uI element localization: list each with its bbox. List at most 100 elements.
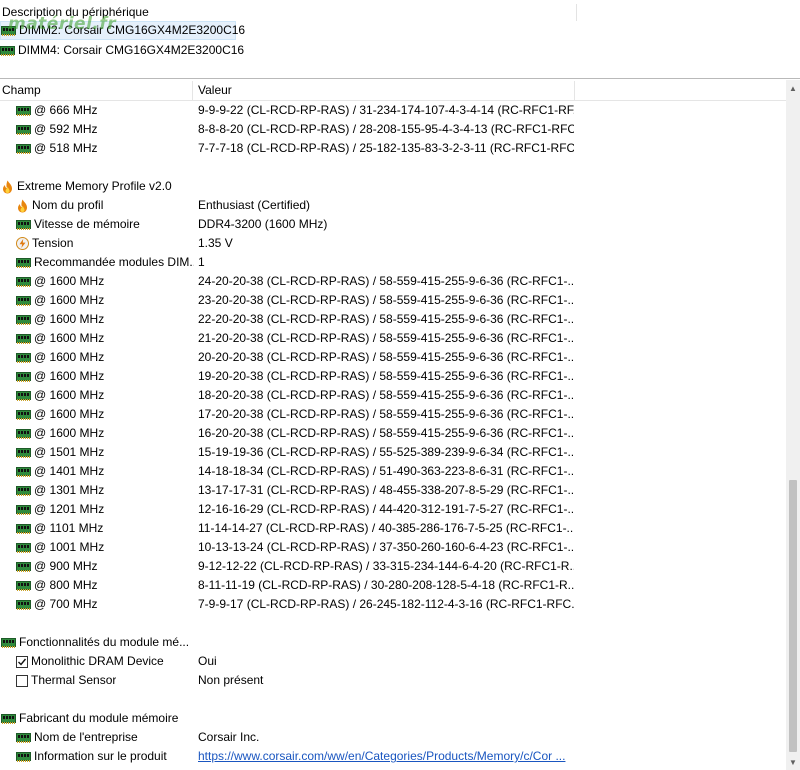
field-cell: @ 700 MHz (16, 595, 194, 614)
spacer-row (0, 614, 786, 633)
value-cell: Non présent (198, 673, 264, 687)
value-cell[interactable]: https://www.corsair.com/ww/en/Categories… (198, 747, 574, 766)
property-row[interactable]: Tension 1.35 V (0, 234, 786, 253)
ram-module-icon (16, 467, 31, 477)
field-cell: Thermal Sensor (16, 671, 194, 690)
field-cell: @ 1401 MHz (16, 462, 194, 481)
value-cell: 24-20-20-38 (CL-RCD-RP-RAS) / 58-559-415… (198, 274, 574, 288)
property-row[interactable]: @ 1600 MHz 23-20-20-38 (CL-RCD-RP-RAS) / … (0, 291, 786, 310)
ram-module-icon (1, 26, 16, 36)
property-row[interactable]: @ 1101 MHz 11-14-14-27 (CL-RCD-RP-RAS) / … (0, 519, 786, 538)
property-row[interactable]: Monolithic DRAM Device Oui (0, 652, 786, 671)
section-header-row[interactable]: Fabricant du module mémoire (0, 709, 786, 728)
ram-module-icon (16, 391, 31, 401)
property-row[interactable]: Thermal Sensor Non présent (0, 671, 786, 690)
field-cell: @ 1600 MHz (16, 348, 194, 367)
device-label: DIMM2: Corsair CMG16GX4M2E3200C16 (19, 23, 246, 37)
scrollbar-thumb[interactable] (789, 480, 797, 752)
field-cell: Fonctionnalités du module mé... (1, 633, 574, 652)
product-info-link[interactable]: https://www.corsair.com/ww/en/Categories… (198, 749, 565, 763)
property-row[interactable]: @ 800 MHz 8-11-11-19 (CL-RCD-RP-RAS) / 30… (0, 576, 786, 595)
property-row[interactable]: @ 1600 MHz 19-20-20-38 (CL-RCD-RP-RAS) / … (0, 367, 786, 386)
field-label: Thermal Sensor (31, 673, 117, 687)
field-cell: Monolithic DRAM Device (16, 652, 194, 671)
ram-module-icon (16, 752, 31, 762)
field-cell: @ 518 MHz (16, 139, 194, 158)
value-cell: 12-16-16-29 (CL-RCD-RP-RAS) / 44-420-312… (198, 502, 574, 516)
device-item-dimm4[interactable]: DIMM4: Corsair CMG16GX4M2E3200C16 (0, 41, 244, 60)
field-cell: @ 1600 MHz (16, 367, 194, 386)
property-row[interactable]: @ 1600 MHz 20-20-20-38 (CL-RCD-RP-RAS) / … (0, 348, 786, 367)
column-header-champ[interactable]: Champ (2, 81, 193, 100)
ram-module-icon (16, 144, 31, 154)
section-title: Fabricant du module mémoire (19, 711, 179, 725)
property-row[interactable]: @ 1401 MHz 14-18-18-34 (CL-RCD-RP-RAS) / … (0, 462, 786, 481)
property-row[interactable]: @ 1600 MHz 21-20-20-38 (CL-RCD-RP-RAS) / … (0, 329, 786, 348)
property-row[interactable]: Recommandée modules DIM... 1 (0, 253, 786, 272)
device-item-dimm2[interactable]: DIMM2: Corsair CMG16GX4M2E3200C16 (0, 21, 245, 40)
ram-module-icon (16, 524, 31, 534)
field-cell: @ 1501 MHz (16, 443, 194, 462)
property-row[interactable]: @ 1501 MHz 15-19-19-36 (CL-RCD-RP-RAS) / … (0, 443, 786, 462)
property-row[interactable]: Vitesse de mémoire DDR4-3200 (1600 MHz) (0, 215, 786, 234)
ram-module-icon (16, 505, 31, 515)
spacer-row (0, 158, 786, 177)
value-cell: 1.35 V (198, 236, 233, 250)
property-row[interactable]: @ 1001 MHz 10-13-13-24 (CL-RCD-RP-RAS) / … (0, 538, 786, 557)
property-row[interactable]: @ 518 MHz 7-7-7-18 (CL-RCD-RP-RAS) / 25-1… (0, 139, 786, 158)
field-cell: @ 1600 MHz (16, 405, 194, 424)
property-row[interactable]: @ 700 MHz 7-9-9-17 (CL-RCD-RP-RAS) / 26-2… (0, 595, 786, 614)
field-cell: @ 1001 MHz (16, 538, 194, 557)
field-label: @ 900 MHz (34, 559, 98, 573)
ram-module-icon (16, 353, 31, 363)
ram-module-icon (16, 543, 31, 553)
field-cell: @ 800 MHz (16, 576, 194, 595)
value-cell: 11-14-14-27 (CL-RCD-RP-RAS) / 40-385-286… (198, 521, 574, 535)
ram-module-icon (16, 429, 31, 439)
column-header-valeur[interactable]: Valeur (198, 81, 575, 100)
value-cell: 13-17-17-31 (CL-RCD-RP-RAS) / 48-455-338… (198, 483, 574, 497)
ram-module-icon (16, 315, 31, 325)
property-row[interactable]: Nom du profil Enthusiast (Certified) (0, 196, 786, 215)
value-cell: 16-20-20-38 (CL-RCD-RP-RAS) / 58-559-415… (198, 426, 574, 440)
property-row[interactable]: @ 592 MHz 8-8-8-20 (CL-RCD-RP-RAS) / 28-2… (0, 120, 786, 139)
ram-module-icon (16, 334, 31, 344)
property-row[interactable]: @ 1301 MHz 13-17-17-31 (CL-RCD-RP-RAS) / … (0, 481, 786, 500)
value-cell: 19-20-20-38 (CL-RCD-RP-RAS) / 58-559-415… (198, 369, 574, 383)
value-cell: Enthusiast (Certified) (198, 198, 311, 212)
property-row[interactable]: Information sur le produit https://www.co… (0, 747, 786, 766)
property-row[interactable]: @ 1201 MHz 12-16-16-29 (CL-RCD-RP-RAS) / … (0, 500, 786, 519)
property-row[interactable]: @ 1600 MHz 22-20-20-38 (CL-RCD-RP-RAS) / … (0, 310, 786, 329)
property-row[interactable]: @ 1600 MHz 16-20-20-38 (CL-RCD-RP-RAS) / … (0, 424, 786, 443)
value-cell: 23-20-20-38 (CL-RCD-RP-RAS) / 58-559-415… (198, 293, 574, 307)
field-cell: Nom de l'entreprise (16, 728, 194, 747)
scroll-down-arrow-icon[interactable]: ▼ (786, 754, 800, 770)
ram-module-icon (1, 714, 16, 724)
property-row[interactable]: Nom de l'entreprise Corsair Inc. (0, 728, 786, 747)
ram-module-icon (16, 733, 31, 743)
ram-module-icon (16, 486, 31, 496)
property-row[interactable]: @ 1600 MHz 24-20-20-38 (CL-RCD-RP-RAS) / … (0, 272, 786, 291)
scroll-up-arrow-icon[interactable]: ▲ (786, 80, 800, 96)
field-cell: Fabricant du module mémoire (1, 709, 574, 728)
vertical-scrollbar[interactable]: ▲ ▼ (786, 80, 800, 770)
field-cell: Tension (16, 234, 194, 253)
value-cell: Corsair Inc. (198, 730, 260, 744)
value-cell: 7-9-9-17 (CL-RCD-RP-RAS) / 26-245-182-11… (198, 597, 574, 611)
property-row[interactable]: @ 900 MHz 9-12-12-22 (CL-RCD-RP-RAS) / 33… (0, 557, 786, 576)
value-cell: 1 (198, 255, 205, 269)
field-label: Recommandée modules DIM... (34, 255, 194, 269)
ram-module-icon (16, 106, 31, 116)
voltage-bolt-icon (16, 237, 29, 250)
field-label: @ 1600 MHz (34, 293, 105, 307)
section-header-row[interactable]: Fonctionnalités du module mé... (0, 633, 786, 652)
section-header-row[interactable]: Extreme Memory Profile v2.0 (0, 177, 786, 196)
property-row[interactable]: @ 1600 MHz 18-20-20-38 (CL-RCD-RP-RAS) / … (0, 386, 786, 405)
field-cell: Nom du profil (16, 196, 194, 215)
value-cell: 20-20-20-38 (CL-RCD-RP-RAS) / 58-559-415… (198, 350, 574, 364)
property-row[interactable]: @ 666 MHz 9-9-9-22 (CL-RCD-RP-RAS) / 31-2… (0, 101, 786, 120)
field-label: @ 1101 MHz (34, 521, 104, 535)
device-description-header: Description du périphérique (2, 4, 577, 21)
property-row[interactable]: @ 1600 MHz 17-20-20-38 (CL-RCD-RP-RAS) / … (0, 405, 786, 424)
section-title: Extreme Memory Profile v2.0 (17, 179, 172, 193)
